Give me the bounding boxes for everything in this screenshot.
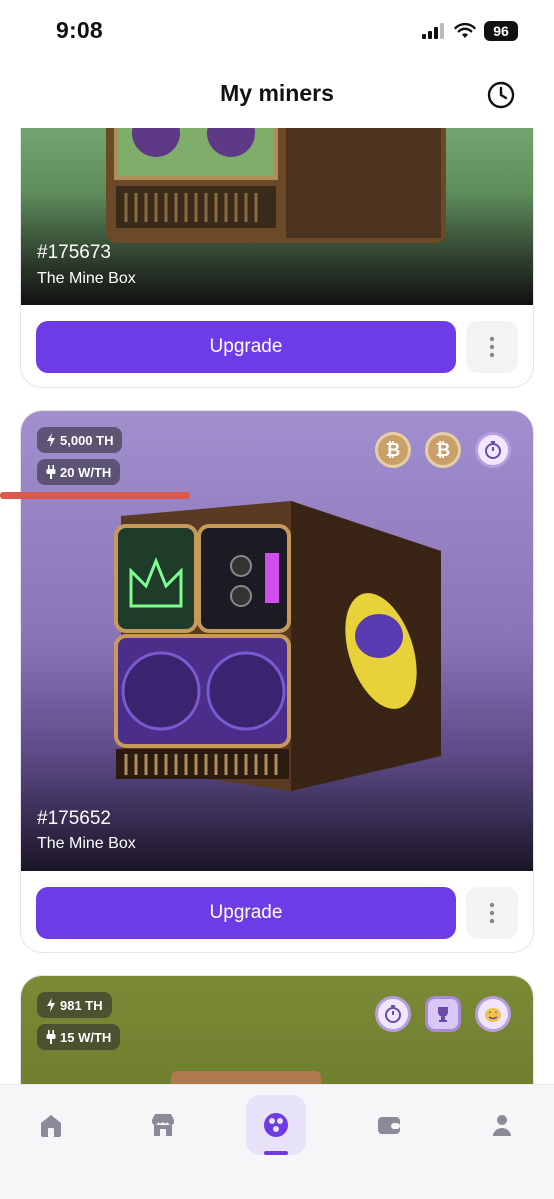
efficiency-chip: 20 W/TH	[37, 459, 121, 485]
shop-icon	[152, 1114, 174, 1136]
miner-name: The Mine Box	[37, 270, 136, 287]
history-button[interactable]	[486, 80, 516, 110]
hashrate-value: 981 TH	[60, 997, 103, 1013]
upgrade-button[interactable]: Upgrade	[36, 321, 456, 373]
signal-icon	[422, 23, 444, 39]
more-vertical-icon	[489, 336, 495, 358]
wallet-icon	[378, 1117, 400, 1134]
plug-icon	[46, 1030, 56, 1044]
nav-home[interactable]	[21, 1095, 81, 1155]
bottom-nav	[0, 1084, 554, 1199]
nav-shop[interactable]	[133, 1095, 193, 1155]
wifi-icon	[454, 23, 476, 38]
miners-icon	[264, 1113, 288, 1137]
bitcoin-badge-icon[interactable]: ₿	[425, 432, 461, 468]
home-icon	[41, 1115, 61, 1137]
upgrade-button[interactable]: Upgrade	[36, 887, 456, 939]
status-bar: 9:08 96	[0, 0, 554, 62]
trophy-badge-icon[interactable]	[425, 996, 461, 1032]
miner-name: The Mine Box	[37, 835, 136, 852]
plug-icon	[46, 465, 56, 479]
card-actions: Upgrade	[36, 321, 518, 373]
badges	[375, 996, 511, 1032]
profile-icon	[493, 1115, 511, 1136]
nav-profile[interactable]	[472, 1095, 532, 1155]
badges: ₿ ₿	[375, 432, 511, 468]
miner-image[interactable]: 5,000 TH 20 W/TH ₿ ₿ #175652 The Mine Bo…	[21, 411, 533, 871]
page-title: My miners	[220, 80, 334, 106]
efficiency-value: 20 W/TH	[60, 464, 112, 480]
stopwatch-badge-icon[interactable]	[475, 432, 511, 468]
active-indicator	[264, 1151, 288, 1155]
header: My miners	[0, 66, 554, 126]
bitcoin-badge-icon[interactable]: ₿	[375, 432, 411, 468]
status-time: 9:08	[56, 17, 103, 43]
status-icons: 96	[422, 21, 518, 41]
hashrate-chip: 5,000 TH	[37, 427, 123, 453]
stopwatch-badge-icon[interactable]	[375, 996, 411, 1032]
battery-indicator: 96	[484, 21, 518, 41]
miner-id: #175673	[37, 242, 111, 263]
hashrate-value: 5,000 TH	[60, 432, 114, 448]
nav-wallet[interactable]	[359, 1095, 419, 1155]
miner-image[interactable]: #175673 The Mine Box	[21, 128, 533, 305]
miner-card: 981 TH 15 W/TH	[20, 975, 534, 1084]
red-indicator-line	[0, 492, 190, 499]
efficiency-value: 15 W/TH	[60, 1029, 112, 1045]
miner-id: #175652	[37, 808, 111, 829]
pumpkin-badge-icon[interactable]	[475, 996, 511, 1032]
miner-card: #175673 The Mine Box Upgrade	[20, 128, 534, 388]
miners-list[interactable]: #175673 The Mine Box Upgrade 5,000 TH 20…	[0, 128, 554, 1084]
more-options-button[interactable]	[466, 887, 518, 939]
efficiency-chip: 15 W/TH	[37, 1024, 121, 1050]
lightning-icon	[47, 998, 55, 1012]
lightning-icon	[47, 433, 55, 447]
clock-icon	[487, 81, 515, 109]
more-options-button[interactable]	[466, 321, 518, 373]
card-actions: Upgrade	[36, 887, 518, 939]
nav-miners[interactable]	[246, 1095, 306, 1155]
hashrate-chip: 981 TH	[37, 992, 112, 1018]
miner-image[interactable]: 981 TH 15 W/TH	[21, 976, 533, 1084]
more-vertical-icon	[489, 902, 495, 924]
